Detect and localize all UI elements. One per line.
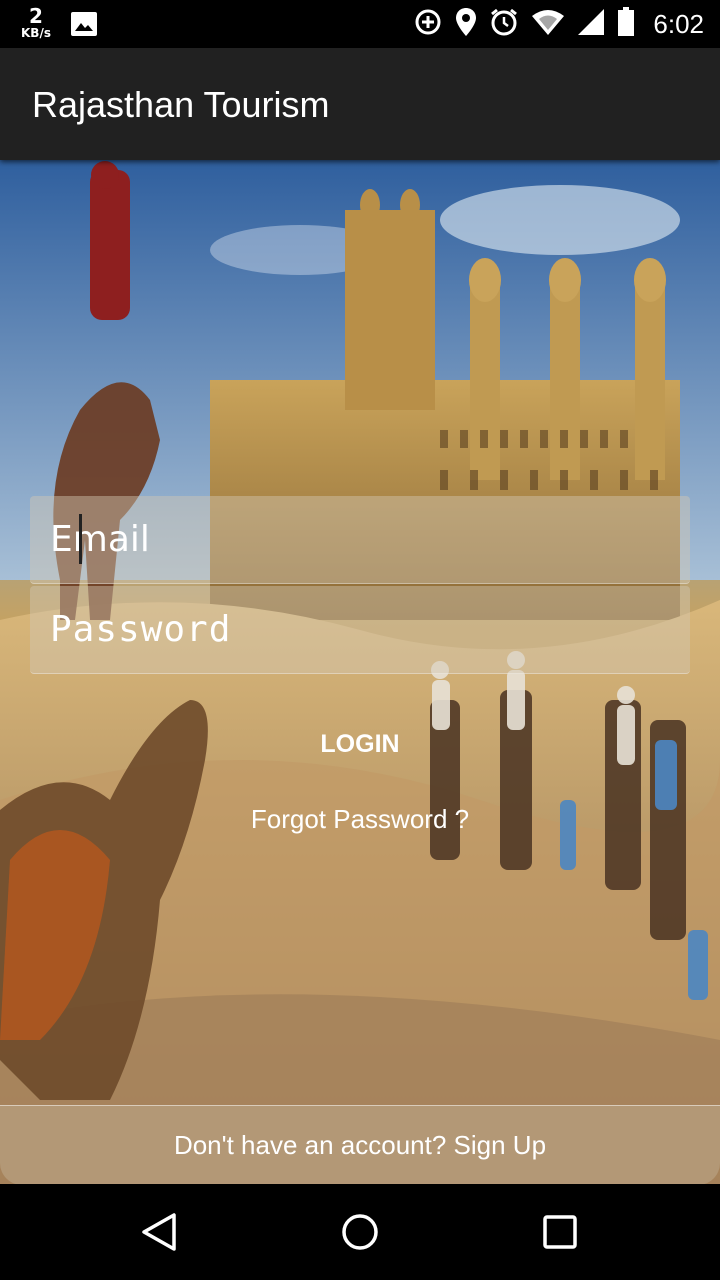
battery-icon [617, 7, 635, 41]
network-speed-value: 2 [29, 4, 43, 28]
home-icon[interactable] [336, 1208, 384, 1256]
network-speed-unit: KB/s [21, 26, 51, 40]
clock: 6:02 [653, 8, 704, 39]
login-button[interactable]: LOGIN [260, 716, 460, 772]
image-icon [70, 11, 98, 41]
password-field[interactable] [30, 586, 690, 674]
forgot-password-link[interactable]: Forgot Password ? [0, 804, 720, 835]
back-icon[interactable] [136, 1208, 184, 1256]
navigation-bar [0, 1184, 720, 1280]
text-cursor [79, 514, 82, 564]
status-bar: 2 KB/s 6:02 [0, 0, 720, 48]
email-input[interactable] [30, 496, 690, 583]
alarm-icon [489, 7, 519, 41]
password-input[interactable] [30, 586, 690, 673]
network-speed: 2 KB/s [16, 6, 56, 39]
app-title: Rajasthan Tourism [32, 84, 330, 125]
app-bar: Rajasthan Tourism [0, 48, 720, 160]
recents-icon[interactable] [536, 1208, 584, 1256]
wifi-icon [531, 8, 565, 40]
data-saver-icon [413, 7, 443, 41]
signup-label: Don't have an account? Sign Up [173, 1130, 547, 1160]
location-icon [455, 7, 477, 41]
email-field[interactable] [30, 496, 690, 584]
signup-button[interactable]: Don't have an account? Sign Up [0, 1105, 720, 1185]
signal-icon [577, 8, 605, 40]
